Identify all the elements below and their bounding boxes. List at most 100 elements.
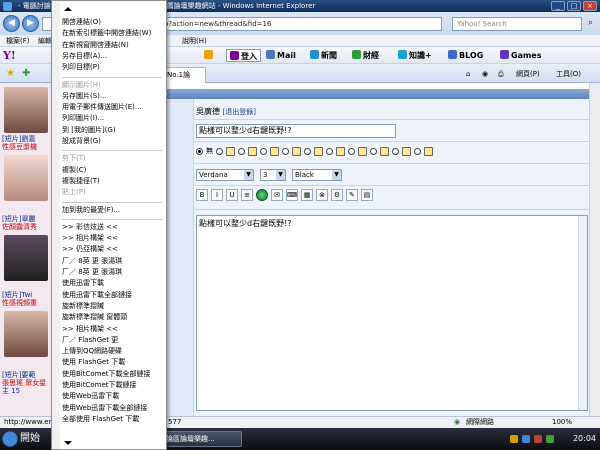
context-menu-item[interactable]: 加到我的最愛(F)... xyxy=(62,205,166,215)
globe-icon[interactable] xyxy=(256,189,268,201)
zoom-level[interactable]: 100% xyxy=(552,417,572,428)
tray-icon[interactable] xyxy=(510,435,518,443)
post-icon-radio[interactable] xyxy=(348,147,355,155)
menu-file[interactable]: 檔案(F) xyxy=(6,35,30,47)
tools-menu[interactable]: 工具(O) xyxy=(556,68,581,80)
post-icon-radio[interactable] xyxy=(414,147,421,155)
post-icon-radio[interactable] xyxy=(392,147,399,155)
home-icon[interactable]: ⌂ xyxy=(466,68,470,80)
image-button[interactable]: ▦ xyxy=(301,189,313,201)
video-caption[interactable]: [短片]要範 xyxy=(2,371,52,379)
favorites-star-icon[interactable]: ★ xyxy=(6,68,15,80)
blog-button[interactable]: BLOG xyxy=(448,49,483,62)
context-menu-item[interactable]: 厂／ 8英 更 張湯琪 xyxy=(62,267,166,277)
context-menu-item[interactable]: 厂／ 8英 更 張湯琪 xyxy=(62,256,166,266)
knowledge-button[interactable]: 知識+ xyxy=(398,49,432,62)
video-caption[interactable]: 性感視頻重 xyxy=(2,299,52,307)
video-caption[interactable]: 佐顏露清秀 xyxy=(2,223,52,231)
page-scrollbar[interactable] xyxy=(589,83,600,416)
scroll-up-icon[interactable] xyxy=(64,7,72,11)
context-menu-item[interactable]: 在新視窗開啓連結(N) xyxy=(62,40,166,50)
start-button[interactable]: 開始 xyxy=(0,428,50,450)
context-menu-item[interactable]: 旋新標準摺贓 窗體頭 xyxy=(62,312,166,322)
edit-button[interactable]: ✎ xyxy=(346,189,358,201)
context-menu-item[interactable]: 使用Web迅雷下載 xyxy=(62,391,166,401)
minimize-button[interactable]: _ xyxy=(551,1,565,11)
post-icon-radio[interactable] xyxy=(326,147,333,155)
forward-button[interactable]: ▶ xyxy=(22,15,39,32)
context-menu-item[interactable]: 另存圖片(S)... xyxy=(62,91,166,101)
context-menu-item[interactable]: 全部使用 FlashGet 下載 xyxy=(62,414,166,424)
context-menu-item[interactable]: 到 [我的圖片](G) xyxy=(62,125,166,135)
message-scrollbar[interactable] xyxy=(578,216,587,410)
context-menu-item[interactable]: >> 彩信炫送 << xyxy=(62,222,166,232)
video-caption[interactable]: 性感豆漿機 xyxy=(2,143,52,151)
bold-button[interactable]: B xyxy=(196,189,208,201)
context-menu-item[interactable]: >> 相片構架 << xyxy=(62,233,166,243)
post-icon-radio[interactable] xyxy=(238,147,245,155)
context-menu-item[interactable]: 厂／ FlashGet 更 xyxy=(62,335,166,345)
context-menu-item[interactable]: 複製(C) xyxy=(62,165,166,175)
context-menu-item[interactable]: 使用BitComet下載全部鏈接 xyxy=(62,369,166,379)
align-button[interactable]: ≡ xyxy=(241,189,253,201)
context-menu-item[interactable]: 用電子郵件傳送圖片(E)... xyxy=(62,102,166,112)
flash-button[interactable]: ⊗ xyxy=(316,189,328,201)
email-button[interactable]: ✉ xyxy=(271,189,283,201)
context-menu-item[interactable]: 在新索引標籤中開啓連結(W) xyxy=(62,28,166,38)
post-icon-radio[interactable] xyxy=(282,147,289,155)
context-menu-item[interactable]: 上傳到QQ網路硬碟 xyxy=(62,346,166,356)
menu-help[interactable]: 說明(H) xyxy=(182,35,207,47)
mail-button[interactable]: Mail xyxy=(266,49,296,62)
video-thumbnail[interactable] xyxy=(4,311,48,357)
news-button[interactable]: 新聞 xyxy=(310,49,337,62)
tray-icon[interactable] xyxy=(534,435,542,443)
maximize-button[interactable]: □ xyxy=(567,1,581,11)
context-menu-item[interactable]: 使用迅雷下載 xyxy=(62,278,166,288)
context-menu-item[interactable]: >> 仍亞構架 << xyxy=(62,244,166,254)
logout-link[interactable]: [退出登錄] xyxy=(223,108,256,116)
add-favorite-icon[interactable]: ✚ xyxy=(22,68,30,80)
post-icon-radio[interactable] xyxy=(216,147,223,155)
post-icon-radio[interactable] xyxy=(196,147,203,155)
italic-button[interactable]: I xyxy=(211,189,223,201)
games-button[interactable]: Games xyxy=(500,49,542,62)
finance-button[interactable]: 財經 xyxy=(352,49,379,62)
back-button[interactable]: ◀ xyxy=(3,15,20,32)
context-menu-item[interactable]: 另存目標(A)... xyxy=(62,51,166,61)
post-icon-radio[interactable] xyxy=(260,147,267,155)
search-input[interactable]: Yahoo! Search xyxy=(452,17,582,31)
page-menu[interactable]: 網頁(P) xyxy=(516,68,540,80)
login-button[interactable]: 登入 xyxy=(226,49,261,62)
plus-icon[interactable] xyxy=(204,49,215,62)
font-select[interactable]: Verdana ▼ xyxy=(196,169,254,181)
size-select[interactable]: 3 ▼ xyxy=(260,169,286,181)
video-thumbnail[interactable] xyxy=(4,87,48,133)
context-menu-item[interactable]: 複製捷徑(T) xyxy=(62,176,166,186)
message-textarea[interactable]: 點樣可以整少d右鍵既野!? xyxy=(196,215,588,411)
list-button[interactable]: ▤ xyxy=(361,189,373,201)
context-menu-item[interactable]: 使用迅雷下載全部鏈接 xyxy=(62,290,166,300)
settings-button[interactable]: ⚙ xyxy=(331,189,343,201)
code-button[interactable]: ⌨ xyxy=(286,189,298,201)
context-menu-item[interactable]: 設成背景(G) xyxy=(62,136,166,146)
context-menu-item[interactable]: 旋新標準摺贓 xyxy=(62,301,166,311)
color-select[interactable]: Black ▼ xyxy=(292,169,342,181)
video-caption[interactable]: [短片]劉嘉 xyxy=(2,135,52,143)
post-icon-radio[interactable] xyxy=(304,147,311,155)
tray-icon[interactable] xyxy=(522,435,530,443)
context-menu-item[interactable]: 使用BitComet下載鏈接 xyxy=(62,380,166,390)
feed-icon[interactable]: ◉ xyxy=(482,68,488,80)
video-caption[interactable]: [短片]Twi xyxy=(2,291,52,299)
context-menu-item[interactable]: >> 相片構架 << xyxy=(62,324,166,334)
close-button[interactable]: × xyxy=(583,1,597,11)
print-icon[interactable]: ⎙ xyxy=(498,68,504,80)
context-menu-item[interactable]: 列印圖片(I)... xyxy=(62,113,166,123)
video-caption[interactable]: 張思瑤 眾女星 xyxy=(2,379,52,387)
yahoo-logo[interactable]: Y! xyxy=(3,47,16,64)
video-caption[interactable]: [短片]翠麗 xyxy=(2,215,52,223)
video-caption[interactable]: 主 15 xyxy=(2,387,52,395)
video-thumbnail[interactable] xyxy=(4,155,48,201)
context-menu-item[interactable]: 使用Web迅雷下載全部鏈接 xyxy=(62,403,166,413)
post-icon-radio[interactable] xyxy=(370,147,377,155)
search-icon[interactable]: ⌕ xyxy=(584,17,597,31)
